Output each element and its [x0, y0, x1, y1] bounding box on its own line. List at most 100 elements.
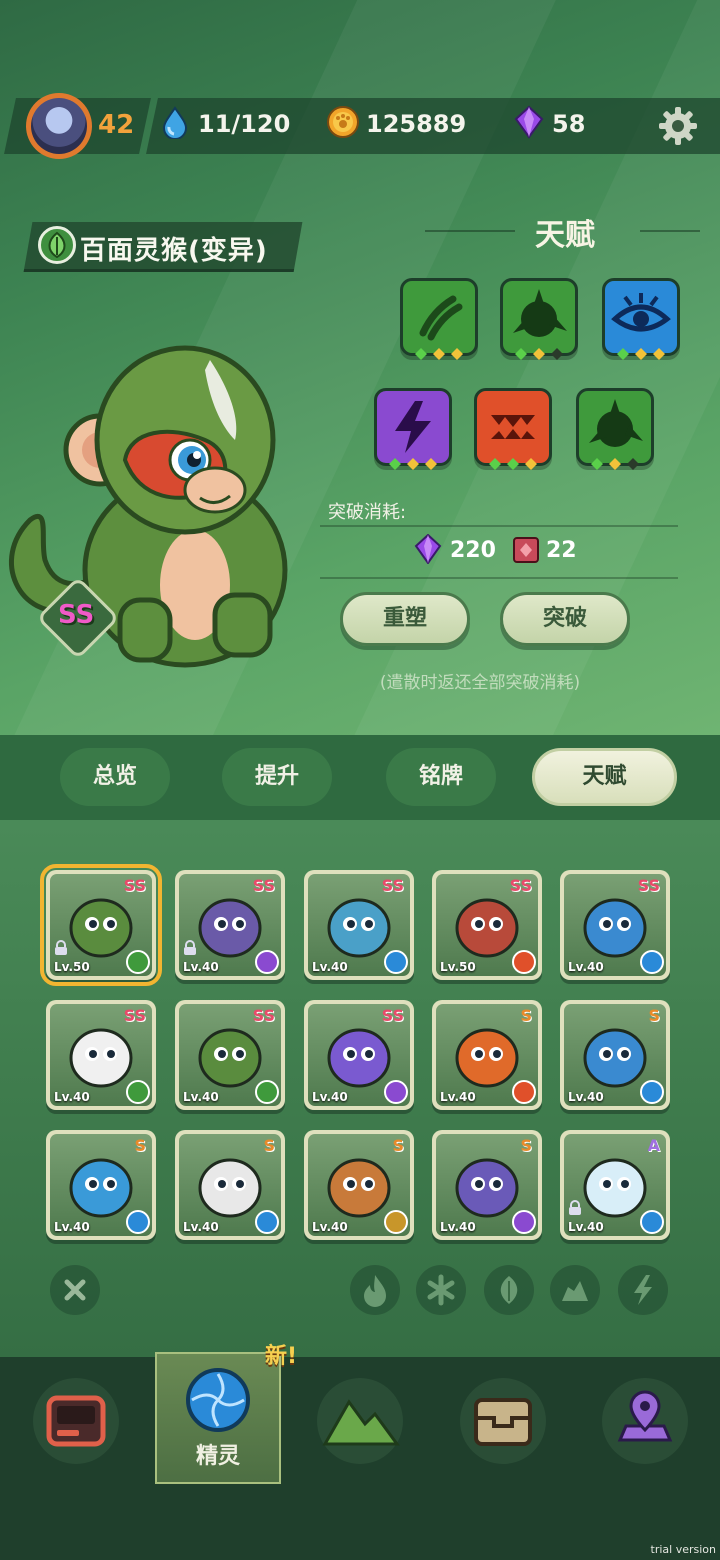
pet-card[interactable]: S Lv.40	[304, 1130, 414, 1240]
thunder-element-icon	[384, 1080, 408, 1104]
pet-card[interactable]: S Lv.40	[432, 1130, 542, 1240]
pet-card[interactable]: A Lv.40	[560, 1130, 670, 1240]
pet-card[interactable]: SS Lv.40	[560, 870, 670, 980]
pet-level: Lv.40	[183, 960, 219, 974]
leaf-element-icon	[255, 1080, 279, 1104]
lock-icon	[184, 940, 196, 955]
pet-level: Lv.40	[183, 1220, 219, 1234]
rock-element-icon	[384, 1210, 408, 1234]
breakthrough-cost-label: 突破消耗:	[328, 502, 407, 523]
pet-level: Lv.40	[568, 1220, 604, 1234]
talent-burst[interactable]	[500, 278, 578, 360]
pet-portrait	[583, 1028, 647, 1088]
pet-portrait	[583, 1158, 647, 1218]
pet-portrait	[198, 1028, 262, 1088]
tab-talent[interactable]: 天赋	[532, 748, 677, 806]
pet-level: Lv.50	[54, 960, 90, 974]
filter-rock[interactable]	[550, 1265, 600, 1315]
filter-ice[interactable]	[416, 1265, 466, 1315]
talent-title: 天赋	[535, 218, 595, 253]
player-avatar[interactable]	[26, 93, 92, 159]
pet-card[interactable]: SS Lv.50	[40, 864, 162, 986]
pet-portrait	[455, 1158, 519, 1218]
card-cost-icon	[513, 537, 539, 563]
ice-element-icon	[384, 950, 408, 974]
pet-card[interactable]: S Lv.40	[560, 1000, 670, 1110]
stamina-value: 11/120	[198, 110, 291, 138]
pet-rank: SS	[252, 876, 275, 895]
pet-portrait	[327, 898, 391, 958]
trial-watermark: trial version	[650, 1543, 716, 1556]
pet-shutter-icon	[186, 1368, 250, 1432]
pet-monkey-illustration	[9, 345, 288, 668]
ice-element-icon	[640, 1080, 664, 1104]
pet-portrait	[455, 1028, 519, 1088]
nav-map[interactable]	[602, 1378, 688, 1464]
close-icon	[64, 1279, 86, 1301]
device-icon	[46, 1395, 106, 1447]
pet-level: Lv.50	[440, 960, 476, 974]
tab-overview[interactable]: 总览	[60, 748, 170, 806]
pet-portrait	[327, 1028, 391, 1088]
leaf-element-icon	[126, 950, 150, 974]
pet-card[interactable]: S Lv.40	[175, 1130, 285, 1240]
breakthrough-button[interactable]: 突破	[500, 592, 630, 646]
pet-card[interactable]: S Lv.40	[46, 1130, 156, 1240]
tab-nameplate[interactable]: 铭牌	[386, 748, 496, 806]
pet-card[interactable]: SS Lv.40	[304, 870, 414, 980]
pet-rank: SS	[509, 876, 532, 895]
card-cost-value: 22	[546, 538, 577, 563]
rock-icon	[562, 1281, 588, 1301]
pet-rank: S	[520, 1136, 532, 1155]
pet-level: Lv.40	[312, 960, 348, 974]
pet-rank: SS	[381, 876, 404, 895]
pet-card[interactable]: SS Lv.40	[175, 870, 285, 980]
gem-value: 58	[552, 110, 586, 138]
filter-leaf[interactable]	[484, 1265, 534, 1315]
coin-value: 125889	[366, 110, 467, 138]
reset-button[interactable]: 重塑	[340, 592, 470, 646]
nav-mountain[interactable]	[317, 1378, 403, 1464]
tab-upgrade[interactable]: 提升	[222, 748, 332, 806]
dismiss-refund-hint: (遣散时返还全部突破消耗)	[379, 673, 581, 693]
pet-card[interactable]: SS Lv.50	[432, 870, 542, 980]
gem-cost-value: 220	[450, 538, 496, 563]
pet-portrait	[69, 1158, 133, 1218]
filter-fire[interactable]	[350, 1265, 400, 1315]
fire-element-icon	[512, 950, 536, 974]
pet-rank: S	[392, 1136, 404, 1155]
filter-thunder[interactable]	[618, 1265, 668, 1315]
ice-element-icon	[255, 1210, 279, 1234]
clear-filter-button[interactable]	[50, 1265, 100, 1315]
pet-rank: SS	[637, 876, 660, 895]
pet-rank: S	[134, 1136, 146, 1155]
pet-card[interactable]: SS Lv.40	[46, 1000, 156, 1110]
talent-lightning[interactable]	[374, 388, 452, 470]
pet-card[interactable]: S Lv.40	[432, 1000, 542, 1110]
thunder-icon	[634, 1275, 652, 1305]
thunder-element-icon	[512, 1210, 536, 1234]
pet-rank: SS	[123, 1006, 146, 1025]
player-level: 42	[98, 110, 135, 140]
pet-level: Lv.40	[54, 1220, 90, 1234]
talent-fang[interactable]	[474, 388, 552, 470]
pet-rank: SS	[252, 1006, 275, 1025]
leaf-element-icon	[38, 226, 76, 264]
nav-pets-label: 精灵	[195, 1444, 240, 1469]
settings-gear-icon[interactable]	[656, 104, 700, 148]
water-drop-icon	[162, 106, 188, 139]
pet-card[interactable]: SS Lv.40	[304, 1000, 414, 1110]
pet-name: 百面灵猴(变异)	[80, 236, 268, 266]
talent-claw[interactable]	[400, 278, 478, 360]
talent-eye[interactable]	[602, 278, 680, 360]
nav-chest[interactable]	[460, 1378, 546, 1464]
ice-element-icon	[640, 1210, 664, 1234]
talent-burst-2[interactable]	[576, 388, 654, 470]
pet-card[interactable]: SS Lv.40	[175, 1000, 285, 1110]
pet-rank: S	[648, 1006, 660, 1025]
nav-device[interactable]	[33, 1378, 119, 1464]
pet-portrait	[198, 1158, 262, 1218]
pet-portrait	[583, 898, 647, 958]
pet-level: Lv.40	[568, 1090, 604, 1104]
pet-rank: S	[520, 1006, 532, 1025]
